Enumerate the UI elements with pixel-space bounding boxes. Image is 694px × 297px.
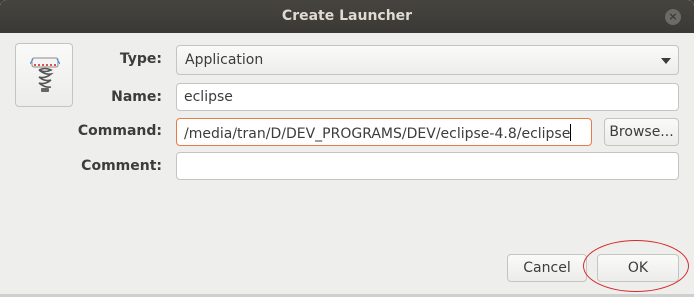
name-label: Name:	[111, 89, 162, 105]
type-dropdown[interactable]: Application	[176, 45, 679, 75]
cancel-button[interactable]: Cancel	[507, 254, 587, 282]
chevron-down-icon	[661, 58, 671, 64]
command-text: /media/tran/D/DEV_PROGRAMS/DEV/eclipse-4…	[184, 126, 571, 142]
ok-button[interactable]: OK	[597, 254, 679, 282]
text-caret	[570, 124, 572, 141]
comment-label: Comment:	[81, 158, 162, 174]
launcher-spring-icon	[30, 57, 60, 92]
name-field[interactable]: eclipse	[176, 83, 679, 111]
command-field-value: /media/tran/D/DEV_PROGRAMS/DEV/eclipse-4…	[184, 124, 572, 142]
title-bar[interactable]: Create Launcher ×	[0, 0, 694, 33]
close-icon[interactable]: ×	[665, 9, 681, 25]
command-label: Command:	[77, 123, 162, 139]
type-label: Type:	[119, 51, 162, 67]
name-field-value: eclipse	[184, 89, 233, 105]
type-dropdown-value: Application	[185, 52, 264, 68]
comment-field[interactable]	[176, 152, 679, 180]
create-launcher-dialog: Create Launcher × Type: Application Name…	[0, 0, 694, 297]
command-field[interactable]: /media/tran/D/DEV_PROGRAMS/DEV/eclipse-4…	[176, 118, 592, 146]
launcher-icon-button[interactable]	[15, 43, 73, 107]
browse-button[interactable]: Browse...	[604, 118, 679, 146]
dialog-title: Create Launcher	[281, 8, 413, 24]
